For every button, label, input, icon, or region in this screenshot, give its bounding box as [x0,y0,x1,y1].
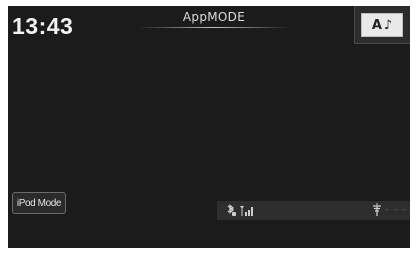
ipod-mode-button[interactable]: iPod Mode [12,192,66,214]
audio-source-button[interactable]: A ♪ [354,6,410,44]
music-note-icon: ♪ [383,17,393,33]
app-mode-screen: 13:43 AppMODE A ♪ iPod Mode – – – [8,6,410,248]
source-letter: A [371,17,382,33]
page-title: AppMODE [182,10,246,24]
audio-source-icon: A ♪ [361,13,403,37]
status-bar: – – – [217,201,410,220]
clock: 13:43 [12,13,74,39]
title-divider [138,27,290,28]
signal-strength-icon [240,206,253,216]
bluetooth-phone-icon [227,204,236,216]
network-placeholder: – – – [385,205,408,214]
network-antenna-icon [373,203,381,216]
